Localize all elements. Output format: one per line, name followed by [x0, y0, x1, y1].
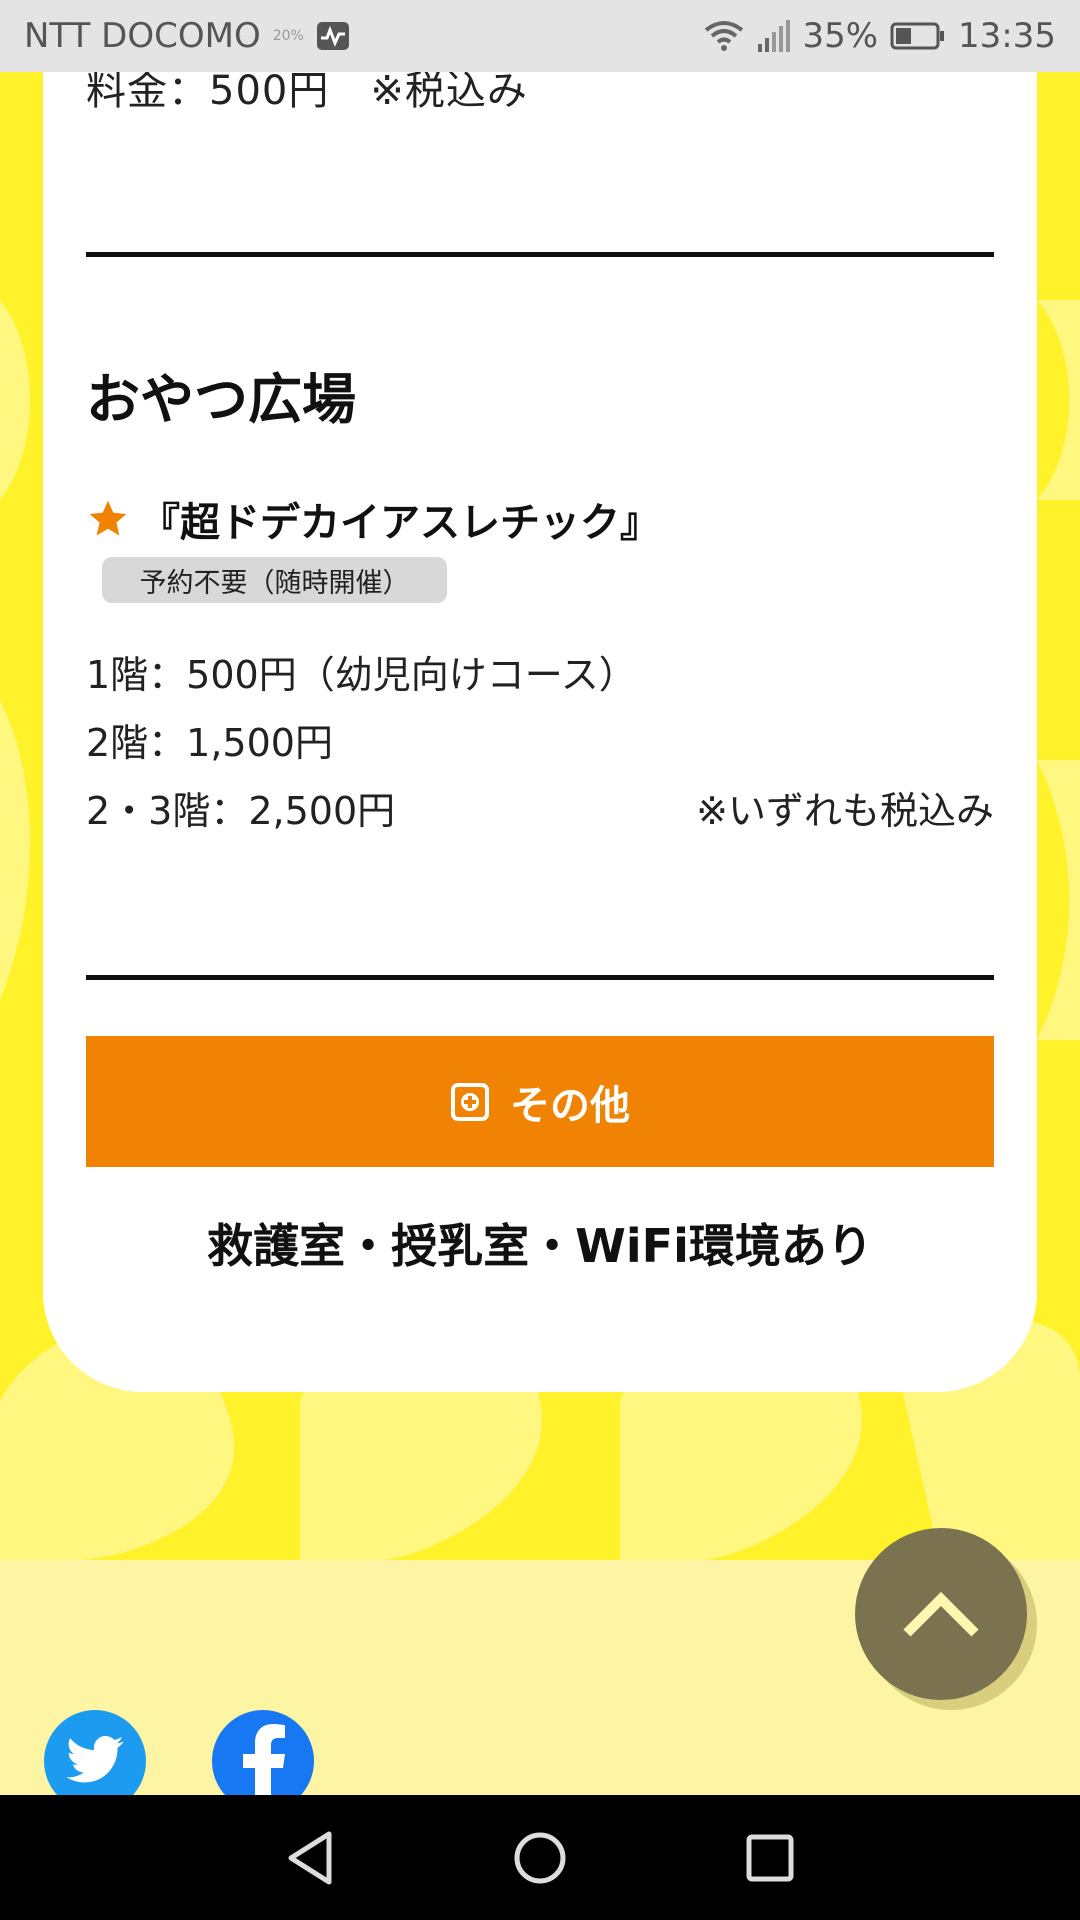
item-title: 『超ドデカイアスレチック』 [86, 490, 660, 548]
back-button[interactable] [280, 1828, 340, 1888]
price-row-2f: 2階：1,500円 [86, 721, 333, 765]
wifi-icon [704, 20, 744, 52]
signal-icon [756, 20, 791, 52]
weather-indicator: 20% [272, 28, 304, 44]
clock: 13:35 [958, 16, 1056, 56]
item-title-text: 『超ドデカイアスレチック』 [140, 500, 660, 546]
other-info-button-label: その他 [510, 1083, 630, 1128]
star-icon [89, 500, 127, 536]
scroll-to-top-button[interactable] [855, 1528, 1027, 1700]
home-circle-icon [514, 1832, 566, 1883]
battery-percent: 35% [802, 16, 879, 56]
other-info-button[interactable]: その他 [86, 1036, 994, 1167]
amenities-text: 救護室・授乳室・WiFi環境あり [207, 1219, 873, 1273]
chevron-up-icon [903, 1591, 979, 1637]
system-nav-bar [0, 1795, 1080, 1920]
divider [86, 252, 994, 257]
section-title: おやつ広場 [86, 368, 356, 431]
divider [86, 975, 994, 980]
carrier-name: NTT DOCOMO [24, 16, 261, 56]
home-button[interactable] [510, 1828, 570, 1888]
price-row-2f-3f: 2・3階：2,500円 [86, 789, 396, 833]
recents-square-icon [746, 1834, 794, 1881]
reservation-badge: 予約不要（随時開催） [102, 557, 447, 603]
recents-button[interactable] [740, 1828, 800, 1888]
battery-icon [890, 21, 946, 51]
activity-icon [316, 21, 350, 51]
tax-note: ※いずれも税込み [696, 789, 994, 833]
status-bar: NTT DOCOMO 20% 35% 13:35 [0, 0, 1080, 72]
back-triangle-icon [288, 1831, 332, 1884]
facebook-f-icon [243, 1724, 285, 1806]
twitter-bird-icon [66, 1735, 124, 1783]
plus-box-icon [451, 1082, 489, 1121]
price-row-1f: 1階：500円（幼児向けコース） [86, 653, 637, 697]
